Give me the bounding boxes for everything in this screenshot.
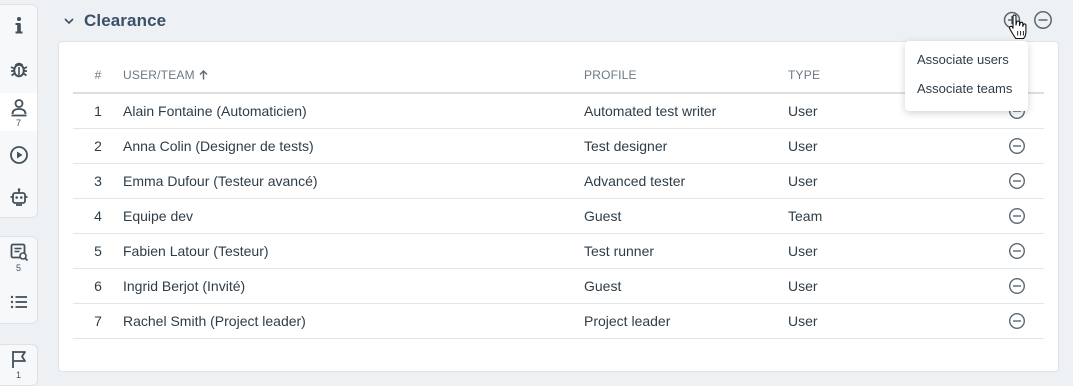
column-header-profile[interactable]: PROFILE (584, 58, 788, 94)
list-icon (10, 295, 27, 309)
minus-circle-icon (1008, 277, 1026, 294)
minus-circle-icon (1034, 11, 1052, 29)
row-actions (964, 128, 1044, 164)
row-profile[interactable]: Automated test writer (584, 93, 788, 129)
section-title: Clearance (84, 11, 167, 30)
column-header-user-team-label: USER/TEAM (123, 68, 195, 82)
row-profile[interactable]: Test runner (584, 233, 788, 269)
row-user-team: Anna Colin (Designer de tests) (123, 128, 584, 164)
column-header-number: # (73, 58, 123, 94)
play-circle-icon (9, 146, 28, 164)
bug-icon (10, 62, 27, 78)
row-number: 2 (73, 128, 123, 164)
menu-item-associate-users[interactable]: Associate users (905, 47, 1028, 76)
row-profile[interactable]: Project leader (584, 303, 788, 339)
row-user-team: Fabien Latour (Testeur) (123, 233, 584, 269)
left-icon-rail: 7 5 1 (0, 0, 38, 386)
rail-item-issues[interactable] (0, 59, 37, 87)
remove-row-button[interactable] (1008, 242, 1026, 260)
remove-row-button[interactable] (1008, 312, 1026, 330)
remove-row-button[interactable] (1008, 277, 1026, 295)
remove-row-button[interactable] (1008, 137, 1026, 155)
table-row[interactable]: 5 Fabien Latour (Testeur) Test runner User (73, 233, 1044, 269)
rail-group-secondary: 5 (0, 236, 38, 324)
row-type: User (788, 303, 964, 339)
chevron-down-icon (64, 18, 74, 25)
table-row[interactable]: 1 Alain Fontaine (Automaticien) Automated … (73, 93, 1044, 129)
menu-item-associate-teams[interactable]: Associate teams (905, 76, 1028, 105)
milestones-count: 1 (15, 370, 21, 380)
robot-icon (10, 188, 27, 206)
row-type: User (788, 268, 964, 304)
column-header-user-team[interactable]: USER/TEAM (123, 58, 584, 94)
row-number: 6 (73, 268, 123, 304)
row-type: Team (788, 198, 964, 234)
flag-icon (11, 351, 26, 368)
table-row[interactable]: 7 Rachel Smith (Project leader) Project le… (73, 303, 1044, 339)
rail-group-tertiary: 1 (0, 344, 38, 386)
row-actions (964, 163, 1044, 199)
row-number: 5 (73, 233, 123, 269)
table-row[interactable]: 4 Equipe dev Guest Team (73, 198, 1044, 234)
clearance-page: 7 5 1 Clearance # USER/TEAM PROFILE TYPE… (0, 0, 1073, 386)
rail-item-milestones[interactable]: 1 (0, 349, 37, 385)
table-row[interactable]: 3 Emma Dufour (Testeur avancé) Advanced te… (73, 163, 1044, 199)
rail-item-clearance[interactable]: 7 (0, 93, 37, 131)
row-user-team: Emma Dufour (Testeur avancé) (123, 163, 584, 199)
sort-ascending-icon (199, 70, 208, 80)
row-number: 1 (73, 93, 123, 129)
hand-pointer-cursor-icon (1008, 14, 1027, 40)
minus-circle-icon (1008, 207, 1026, 224)
minus-circle-icon (1008, 242, 1026, 259)
rail-item-automation[interactable] (0, 187, 37, 215)
row-profile[interactable]: Advanced tester (584, 163, 788, 199)
remove-all-button[interactable] (1033, 10, 1053, 30)
minus-circle-icon (1008, 172, 1026, 189)
row-profile[interactable]: Test designer (584, 128, 788, 164)
test-plans-count: 5 (15, 263, 21, 273)
row-type: User (788, 233, 964, 269)
rail-item-executions[interactable] (0, 145, 37, 173)
associate-menu: Associate users Associate teams (905, 41, 1028, 111)
row-profile[interactable]: Guest (584, 268, 788, 304)
user-clearance-icon (11, 99, 26, 117)
rail-item-test-plans[interactable]: 5 (0, 242, 37, 278)
collapse-chevron[interactable] (62, 14, 76, 28)
minus-circle-icon (1008, 137, 1026, 154)
remove-row-button[interactable] (1008, 207, 1026, 225)
row-actions (964, 303, 1044, 339)
test-plan-icon (10, 243, 28, 262)
table-row[interactable]: 2 Anna Colin (Designer de tests) Test desi… (73, 128, 1044, 164)
row-actions (964, 233, 1044, 269)
row-type: User (788, 163, 964, 199)
row-type: User (788, 128, 964, 164)
row-number: 3 (73, 163, 123, 199)
table-row[interactable]: 6 Ingrid Berjot (Invité) Guest User (73, 268, 1044, 304)
remove-row-button[interactable] (1008, 172, 1026, 190)
clearance-table: # USER/TEAM PROFILE TYPE 1 Alain Fontaine… (73, 58, 1044, 339)
rail-group-primary: 7 (0, 4, 38, 218)
minus-circle-icon (1008, 312, 1026, 329)
row-profile[interactable]: Guest (584, 198, 788, 234)
row-number: 7 (73, 303, 123, 339)
table-header-row: # USER/TEAM PROFILE TYPE (73, 58, 1044, 94)
clearance-count: 7 (15, 118, 21, 128)
row-user-team: Ingrid Berjot (Invité) (123, 268, 584, 304)
info-icon (15, 17, 22, 34)
row-number: 4 (73, 198, 123, 234)
section-header: Clearance (62, 8, 166, 34)
row-user-team: Rachel Smith (Project leader) (123, 303, 584, 339)
row-user-team: Alain Fontaine (Automaticien) (123, 93, 584, 129)
rail-item-information[interactable] (0, 15, 37, 43)
row-user-team: Equipe dev (123, 198, 584, 234)
row-actions (964, 198, 1044, 234)
rail-item-list[interactable] (0, 292, 37, 320)
row-actions (964, 268, 1044, 304)
